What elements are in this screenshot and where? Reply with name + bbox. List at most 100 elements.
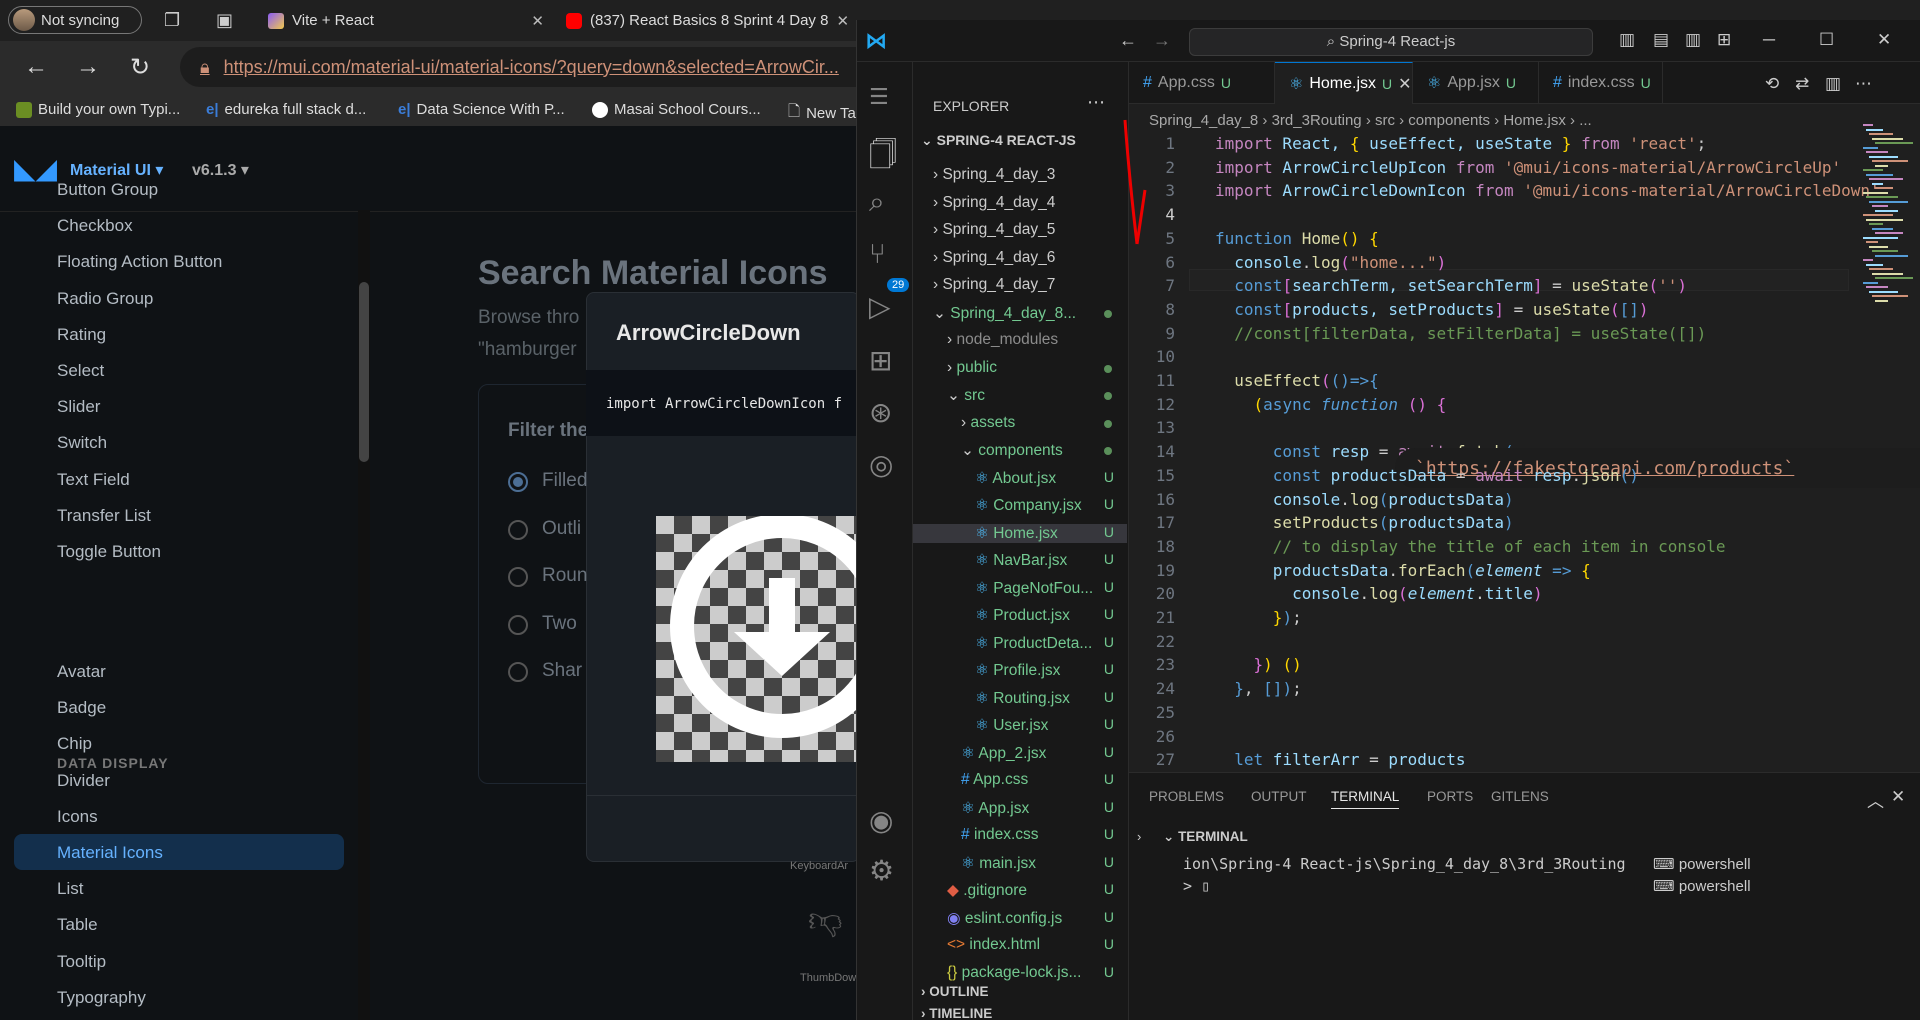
bookmark-item[interactable]: e| Data Science With P... bbox=[398, 101, 565, 118]
customize-layout-icon[interactable]: ⊞ bbox=[1717, 30, 1731, 50]
source-control-icon[interactable]: ⑂ bbox=[869, 238, 886, 270]
mui-logo-icon[interactable]: ◣◢ bbox=[14, 152, 57, 186]
version-dropdown[interactable]: v6.1.3 ▾ bbox=[192, 160, 249, 180]
forward-icon[interactable]: → bbox=[1153, 30, 1171, 51]
panel-tab[interactable]: OUTPUT bbox=[1251, 789, 1307, 804]
search-icon[interactable]: ⌕ bbox=[869, 186, 885, 219]
tree-item[interactable]: › Spring_4_day_6 bbox=[933, 249, 1133, 267]
sidebar-item[interactable]: Divider bbox=[57, 771, 110, 791]
close-icon[interactable]: ✕ bbox=[1398, 74, 1411, 94]
back-icon[interactable]: ← bbox=[1119, 30, 1137, 51]
maximize-icon[interactable]: ☐ bbox=[1819, 30, 1834, 50]
back-icon[interactable]: ← bbox=[24, 53, 48, 81]
sidebar-item[interactable]: Material Icons bbox=[57, 843, 163, 863]
sidebar-item[interactable]: Text Field bbox=[57, 470, 130, 490]
editor-tab[interactable]: # App.css U bbox=[1129, 62, 1275, 104]
tree-item[interactable]: › Spring_4_day_5 bbox=[933, 221, 1133, 239]
sidebar-item[interactable]: Select bbox=[57, 361, 104, 381]
tree-item[interactable]: › Spring_4_day_3 bbox=[933, 166, 1133, 184]
toggle-sidebar-icon[interactable]: ▥ bbox=[1619, 30, 1635, 50]
panel-tab[interactable]: TERMINAL bbox=[1331, 789, 1400, 809]
more-actions-icon[interactable]: ⋯ bbox=[1855, 74, 1872, 94]
editor-tab[interactable]: ⚛ App.jsx U bbox=[1413, 62, 1539, 104]
sidebar-item[interactable]: Tooltip bbox=[57, 952, 106, 972]
panel-tab[interactable]: PORTS bbox=[1427, 789, 1473, 804]
more-actions-icon[interactable]: ⋯ bbox=[1087, 92, 1105, 113]
radio-button[interactable] bbox=[508, 662, 528, 682]
gear-icon[interactable]: ⚙ bbox=[869, 854, 894, 887]
chevron-right-icon[interactable]: › bbox=[1137, 829, 1141, 844]
tab-actions-icon[interactable]: ▣ bbox=[216, 10, 233, 31]
radio-button[interactable] bbox=[508, 519, 528, 540]
minimap[interactable] bbox=[1863, 124, 1920, 364]
editor-tab[interactable]: ⚛ Home.jsx U ✕ bbox=[1275, 62, 1413, 104]
sidebar-item[interactable]: Chip bbox=[57, 734, 92, 754]
breadcrumb[interactable]: Spring_4_day_8 › 3rd_3Routing › src › co… bbox=[1149, 112, 1592, 129]
remote-icon[interactable]: ◎ bbox=[869, 448, 893, 481]
tree-item[interactable]: {} package-lock.js... bbox=[947, 964, 1147, 982]
bookmark-item[interactable]: Build your own Typi... bbox=[16, 101, 180, 118]
explorer-icon[interactable]: 🗍︎ bbox=[869, 134, 897, 182]
minimize-icon[interactable]: ─ bbox=[1763, 30, 1775, 50]
brand-dropdown[interactable]: Material UI ▾ bbox=[70, 160, 163, 180]
workspaces-icon[interactable]: ❐ bbox=[164, 10, 180, 31]
forward-icon[interactable]: → bbox=[76, 53, 100, 81]
thumb-down-icon[interactable]: 👎︎ bbox=[808, 900, 843, 941]
tree-item[interactable]: <> index.html bbox=[947, 936, 1147, 954]
radio-button[interactable] bbox=[508, 614, 528, 635]
compare-icon[interactable]: ⇄ bbox=[1795, 74, 1809, 94]
sidebar-item[interactable]: Floating Action Button bbox=[57, 252, 222, 272]
sidebar-item[interactable]: Toggle Button bbox=[57, 542, 161, 562]
sidebar-item[interactable]: Checkbox bbox=[57, 216, 133, 236]
outline-section[interactable]: › OUTLINE bbox=[921, 984, 989, 999]
menu-icon[interactable]: ☰ bbox=[869, 84, 889, 110]
close-panel-icon[interactable]: ✕ bbox=[1891, 787, 1905, 807]
workspace-root[interactable]: ⌄ SPRING-4 REACT-JS bbox=[921, 132, 1076, 149]
tree-item[interactable]: › Spring_4_day_7 bbox=[933, 276, 1133, 294]
tree-item[interactable]: ⚛ Home.jsx bbox=[913, 523, 1127, 543]
bookmark-item[interactable]: 🗋 New Ta bbox=[788, 101, 856, 126]
maximize-panel-icon[interactable]: ︿ bbox=[1867, 787, 1884, 812]
browser-tab-vite[interactable]: Vite + React ✕ bbox=[258, 4, 554, 37]
sidebar-item[interactable]: Radio Group bbox=[57, 289, 153, 309]
sidebar-item[interactable]: Switch bbox=[57, 433, 107, 453]
split-editor-icon[interactable]: ▥ bbox=[1825, 74, 1841, 94]
code-editor[interactable]: 1 import React, { useEffect, useState } f… bbox=[1129, 134, 1920, 772]
sidebar-item[interactable]: Slider bbox=[57, 397, 100, 417]
run-debug-icon[interactable]: ▷ bbox=[869, 290, 891, 323]
sidebar-item[interactable]: Avatar bbox=[57, 662, 106, 682]
history-icon[interactable]: ⟲ bbox=[1765, 74, 1779, 94]
close-icon[interactable]: ✕ bbox=[836, 12, 849, 30]
scrollbar-thumb[interactable] bbox=[359, 282, 369, 462]
terminal-instance[interactable]: ⌨ powershell bbox=[1653, 855, 1751, 873]
command-center-search[interactable]: ⌕ Spring-4 React-js bbox=[1189, 28, 1593, 56]
sidebar-item[interactable]: Table bbox=[57, 915, 98, 935]
radio-button[interactable] bbox=[508, 472, 528, 492]
browser-tab-youtube[interactable]: (837) React Basics 8 Sprint 4 Day 8 ✕ bbox=[556, 4, 856, 37]
panel-tab[interactable]: PROBLEMS bbox=[1149, 789, 1224, 804]
refresh-icon[interactable]: ↻ bbox=[130, 53, 150, 82]
tree-item[interactable]: ◉ eslint.config.js bbox=[947, 909, 1147, 928]
profile-button[interactable]: Not syncing bbox=[8, 6, 142, 34]
account-icon[interactable]: ◉ bbox=[869, 804, 893, 837]
bookmark-item[interactable]: e| edureka full stack d... bbox=[206, 101, 366, 118]
terminal-prompt[interactable]: > ▯ bbox=[1183, 877, 1210, 895]
sidebar-item[interactable]: List bbox=[57, 879, 83, 899]
tree-item[interactable]: ⌄ Spring_4_day_8... bbox=[933, 304, 1133, 323]
sidebar-item[interactable]: Typography bbox=[57, 988, 146, 1008]
sidebar-item[interactable]: Button Group bbox=[57, 180, 158, 200]
timeline-section[interactable]: › TIMELINE bbox=[921, 1006, 992, 1020]
close-icon[interactable]: ✕ bbox=[1877, 30, 1891, 50]
sidebar-item[interactable]: Transfer List bbox=[57, 506, 151, 526]
terminal-header[interactable]: ⌄ TERMINAL bbox=[1163, 829, 1248, 845]
tree-item[interactable]: › node_modules bbox=[947, 331, 1147, 349]
tree-item[interactable]: › Spring_4_day_4 bbox=[933, 194, 1133, 212]
toggle-panel-icon[interactable]: ▤ bbox=[1653, 30, 1669, 50]
sidebar-item[interactable]: Icons bbox=[57, 807, 98, 827]
extensions-icon[interactable]: ⊞ bbox=[869, 344, 892, 377]
close-icon[interactable]: ✕ bbox=[531, 12, 544, 30]
sidebar-item[interactable]: Rating bbox=[57, 325, 106, 345]
editor-tab[interactable]: # index.css U bbox=[1539, 62, 1663, 104]
sidebar-item[interactable]: Badge bbox=[57, 698, 106, 718]
tree-item[interactable]: › public bbox=[947, 359, 1147, 377]
